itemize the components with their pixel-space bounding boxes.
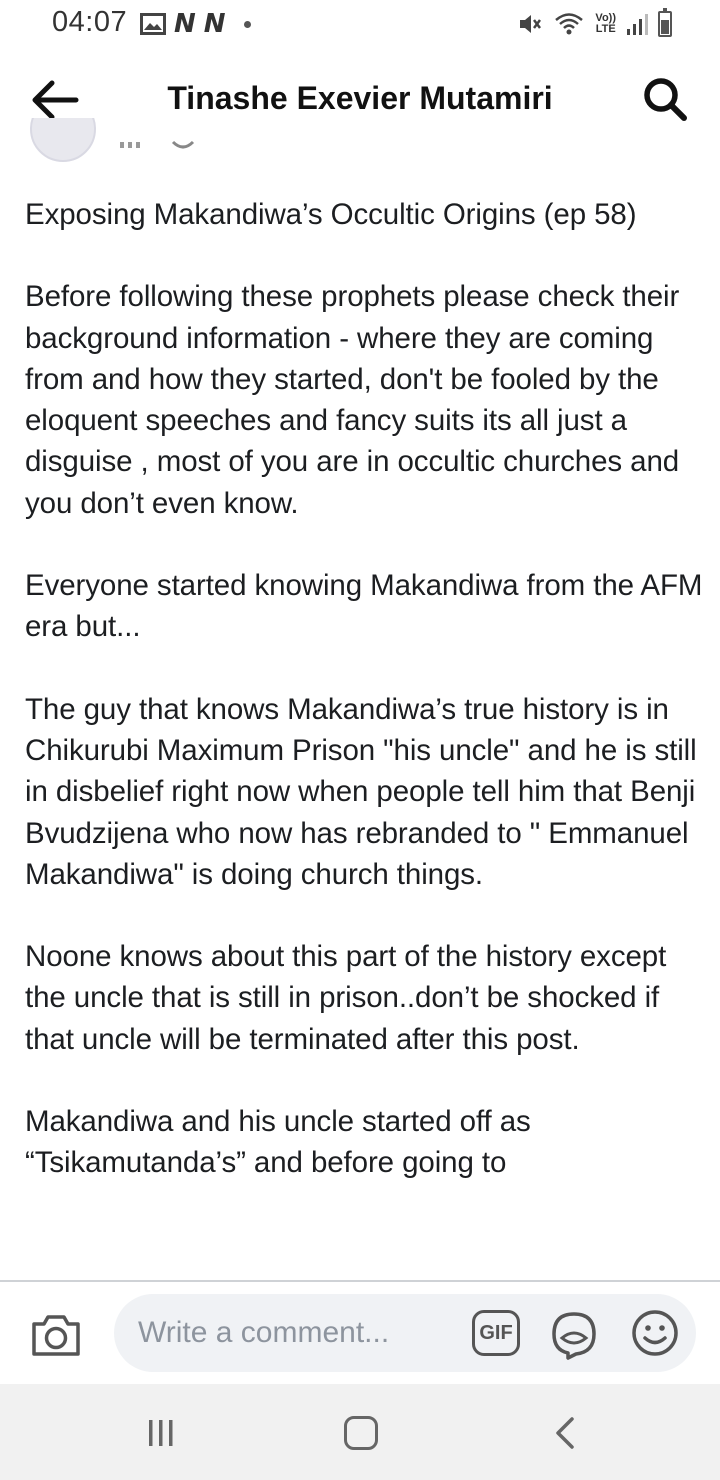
post-paragraph: The guy that knows Makandiwa’s true hist… bbox=[25, 692, 697, 891]
dot-icon bbox=[243, 20, 251, 28]
comment-input[interactable] bbox=[136, 1310, 460, 1356]
mute-icon bbox=[520, 15, 542, 33]
status-time: 04:07 bbox=[52, 6, 128, 38]
post-paragraph: Before following these prophets please c… bbox=[25, 280, 680, 520]
post-paragraph: Makandiwa and his uncle started off as “… bbox=[25, 1105, 531, 1180]
signal-icon bbox=[627, 14, 648, 35]
app-bar: Tinashe Exevier Mutamiri bbox=[0, 50, 720, 146]
post-paragraph: Everyone started knowing Makandiwa from … bbox=[25, 569, 703, 644]
n-notification-icon: N bbox=[174, 9, 196, 39]
sticker-button[interactable] bbox=[548, 1308, 600, 1360]
n-notification-icon: N bbox=[203, 9, 226, 39]
sticker-icon bbox=[552, 1312, 596, 1360]
status-left-icons: N N bbox=[140, 10, 251, 38]
camera-button[interactable] bbox=[30, 1312, 82, 1358]
avatar bbox=[30, 118, 96, 162]
status-bar: 04:07 N N Vo)) LTE bbox=[0, 0, 720, 50]
smiley-icon bbox=[632, 1310, 678, 1356]
post-paragraph: Noone knows about this part of the histo… bbox=[25, 940, 667, 1056]
system-nav-bar bbox=[0, 1384, 720, 1480]
battery-icon bbox=[658, 8, 672, 37]
comment-composer: GIF bbox=[0, 1282, 720, 1384]
back-chevron-icon[interactable] bbox=[550, 1416, 580, 1450]
post-paragraph: Exposing Makandiwa’s Occultic Origins (e… bbox=[25, 198, 637, 231]
wifi-icon bbox=[555, 13, 584, 35]
privacy-globe-icon bbox=[120, 140, 195, 149]
home-icon[interactable] bbox=[344, 1416, 378, 1450]
status-right-icons: Vo)) LTE bbox=[517, 8, 672, 40]
volte-icon: Vo)) LTE bbox=[595, 12, 616, 35]
image-icon bbox=[140, 13, 166, 35]
gif-button[interactable]: GIF bbox=[472, 1310, 520, 1356]
recents-icon[interactable] bbox=[146, 1418, 176, 1448]
camera-icon bbox=[32, 1315, 80, 1356]
search-button[interactable] bbox=[642, 76, 688, 122]
comment-field[interactable]: GIF bbox=[114, 1294, 696, 1372]
search-icon bbox=[644, 78, 687, 121]
author-avatar[interactable] bbox=[30, 118, 96, 164]
post-body: Exposing Makandiwa’s Occultic Origins (e… bbox=[25, 194, 705, 1280]
page-title: Tinashe Exevier Mutamiri bbox=[167, 80, 553, 116]
emoji-button[interactable] bbox=[630, 1308, 680, 1358]
